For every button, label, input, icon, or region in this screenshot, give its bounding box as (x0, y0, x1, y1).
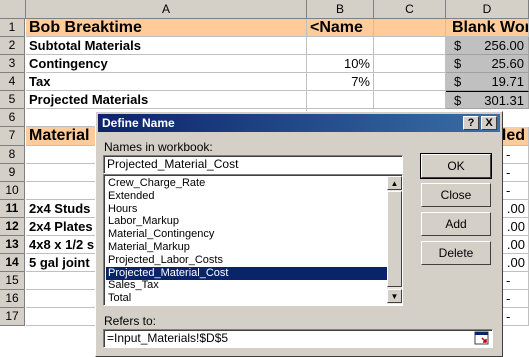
cell-a3[interactable]: Contingency (26, 55, 307, 73)
collapse-dialog-icon[interactable] (474, 331, 490, 346)
column-header-b[interactable]: B (307, 0, 374, 19)
cell-value: 25.60 (491, 56, 524, 71)
cell-a5[interactable]: Projected Materials (26, 91, 307, 109)
close-button[interactable]: Close (421, 183, 491, 207)
names-list-item[interactable]: Projected_Labor_Costs (106, 254, 388, 267)
add-button[interactable]: Add (421, 212, 491, 236)
help-icon[interactable]: ? (463, 116, 479, 130)
cell-c5[interactable] (374, 91, 446, 109)
currency-symbol: $ (454, 93, 462, 108)
row-header-10[interactable]: 10 (0, 182, 25, 200)
scroll-down-icon[interactable]: ▼ (387, 289, 402, 303)
row-header-13[interactable]: 13 (0, 236, 25, 254)
cell-b2[interactable] (307, 37, 374, 55)
cell-c3[interactable] (374, 55, 446, 73)
row-header-5[interactable]: 5 (0, 91, 25, 109)
currency-symbol: $ (454, 56, 462, 71)
delete-button[interactable]: Delete (421, 241, 491, 265)
row-header-17[interactable]: 17 (0, 308, 25, 326)
cell-b3[interactable]: 10% (307, 55, 374, 73)
names-list-item[interactable]: Labor_Markup (106, 215, 388, 228)
row-header-11[interactable]: 11 (0, 200, 25, 218)
dialog-titlebar[interactable]: Define Name (98, 114, 500, 132)
cell-c1[interactable] (374, 19, 446, 37)
refers-to-label: Refers to: (104, 314, 157, 328)
row-header-16[interactable]: 16 (0, 290, 25, 308)
listbox-scrollbar[interactable]: ▲ ▼ (387, 176, 402, 304)
row-header-9[interactable]: 9 (0, 164, 25, 182)
row-header-6[interactable]: 6 (0, 109, 25, 127)
cell-c4[interactable] (374, 73, 446, 91)
define-name-dialog: Define Name ? X Names in workbook: Proje… (95, 111, 503, 357)
names-list-item[interactable]: Material_Markup (106, 241, 388, 254)
cell-b5[interactable] (307, 91, 374, 109)
name-input[interactable]: Projected_Material_Cost (103, 155, 403, 174)
scroll-up-icon[interactable]: ▲ (387, 176, 402, 190)
cell-value: 19.71 (491, 74, 524, 89)
row-header-8[interactable]: 8 (0, 146, 25, 164)
scroll-thumb[interactable] (387, 191, 402, 287)
select-all-corner[interactable] (0, 0, 26, 19)
currency-symbol: $ (454, 38, 462, 53)
dialog-title: Define Name (102, 116, 175, 130)
cell-d5[interactable]: $301.31 (446, 91, 529, 109)
names-list-item[interactable]: Projected_Material_Cost (106, 266, 388, 280)
cell-a2[interactable]: Subtotal Materials (26, 37, 307, 55)
cell-b1[interactable]: <Name (307, 19, 374, 37)
names-list-item[interactable]: Crew_Charge_Rate (106, 177, 388, 190)
cell-d3[interactable]: $25.60 (446, 55, 529, 73)
row-header-7[interactable]: 7 (0, 127, 25, 146)
row-header-1[interactable]: 1 (0, 19, 25, 37)
row-header-3[interactable]: 3 (0, 55, 25, 73)
ok-button[interactable]: OK (420, 153, 492, 179)
cell-d4[interactable]: $19.71 (446, 73, 529, 91)
row-header-12[interactable]: 12 (0, 218, 25, 236)
row-header-14[interactable]: 14 (0, 254, 25, 272)
cell-d1[interactable]: Blank Wor (446, 19, 529, 37)
close-icon[interactable]: X (481, 116, 497, 130)
row-header-15[interactable]: 15 (0, 272, 25, 290)
names-list-item[interactable]: Material_Contingency (106, 228, 388, 241)
cell-b4[interactable]: 7% (307, 73, 374, 91)
cell-c2[interactable] (374, 37, 446, 55)
names-label: Names in workbook: (104, 140, 213, 154)
names-list-item[interactable]: Sales_Tax (106, 279, 388, 292)
column-header-d[interactable]: D (446, 0, 529, 19)
row-header-2[interactable]: 2 (0, 37, 25, 55)
row-header-4[interactable]: 4 (0, 73, 25, 91)
currency-symbol: $ (454, 74, 462, 89)
names-listbox[interactable]: Crew_Charge_Rate Extended Hours Labor_Marku… (103, 174, 403, 306)
names-list-item[interactable]: Hours (106, 203, 388, 216)
names-list-item[interactable]: Total (106, 292, 388, 305)
cell-value: 301.31 (484, 93, 524, 108)
cell-a1[interactable]: Bob Breaktime (26, 19, 307, 37)
cell-value: 256.00 (484, 38, 524, 53)
cell-d2[interactable]: $256.00 (446, 37, 529, 55)
column-header-a[interactable]: A (26, 0, 307, 19)
names-list-item[interactable]: Extended (106, 190, 388, 203)
refers-to-input[interactable]: =Input_Materials!$D$5 (103, 329, 493, 348)
column-header-c[interactable]: C (374, 0, 446, 19)
cell-a4[interactable]: Tax (26, 73, 307, 91)
